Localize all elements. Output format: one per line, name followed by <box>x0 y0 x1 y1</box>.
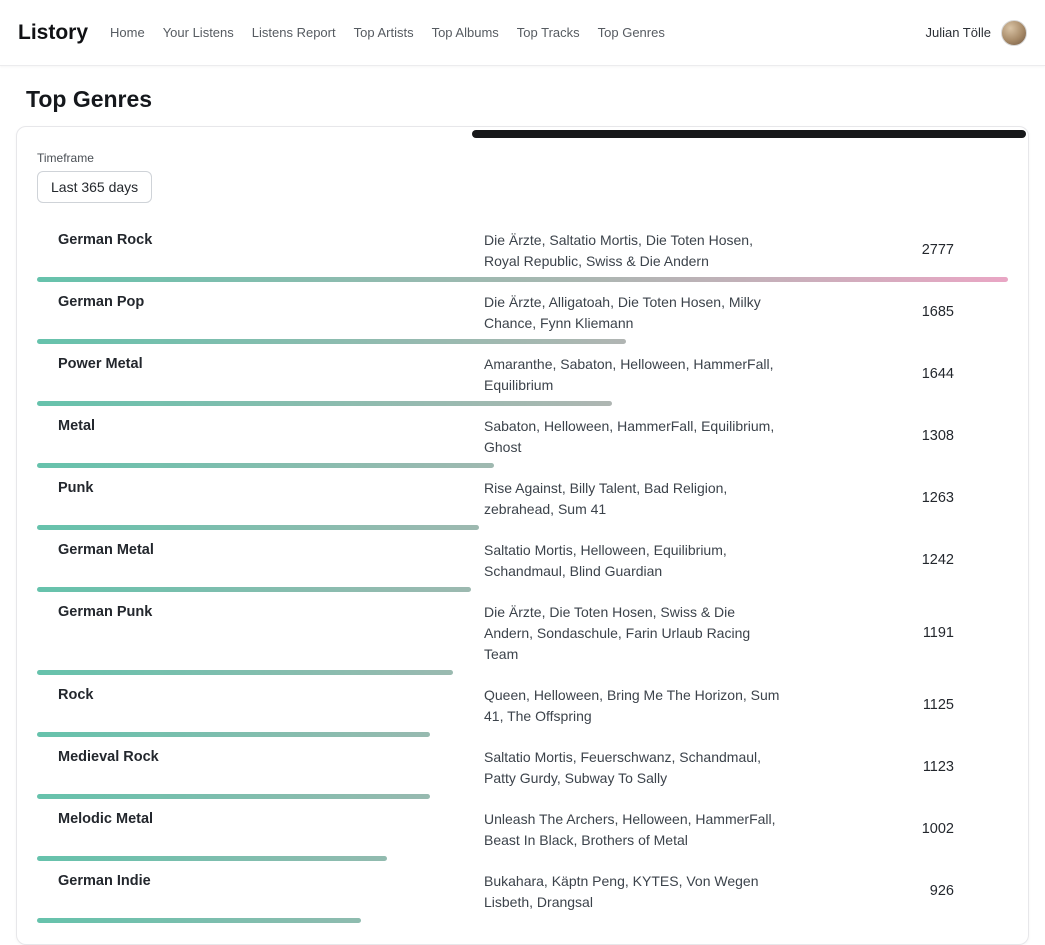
genre-name: German Rock <box>37 228 484 272</box>
horizontal-scrollbar[interactable] <box>19 130 1026 138</box>
nav-link-top-albums[interactable]: Top Albums <box>432 25 499 40</box>
genre-count: 1263 <box>784 490 1008 506</box>
genre-name: Melodic Metal <box>37 807 484 851</box>
top-genres-card: Timeframe Last 365 days German RockDie Ä… <box>16 126 1029 945</box>
timeframe-label: Timeframe <box>37 151 1008 165</box>
genre-count: 1644 <box>784 366 1008 382</box>
genre-count: 2777 <box>784 242 1008 258</box>
user-name: Julian Tölle <box>925 25 991 40</box>
genre-progress-bar <box>37 587 1008 592</box>
genre-progress-bar <box>37 918 1008 923</box>
genre-name: Medieval Rock <box>37 745 484 789</box>
nav-links: Home Your Listens Listens Report Top Artist… <box>110 25 925 40</box>
genre-artists: Bukahara, Käptn Peng, KYTES, Von Wegen L… <box>484 869 784 913</box>
table-row: German PunkDie Ärzte, Die Toten Hosen, S… <box>37 593 1008 676</box>
table-row: RockQueen, Helloween, Bring Me The Horiz… <box>37 676 1008 738</box>
genre-progress-bar <box>37 525 1008 530</box>
navbar: Listory Home Your Listens Listens Report To… <box>0 0 1045 66</box>
table-row: MetalSabaton, Helloween, HammerFall, Equ… <box>37 407 1008 469</box>
nav-link-top-artists[interactable]: Top Artists <box>354 25 414 40</box>
genre-progress-bar <box>37 463 1008 468</box>
table-row: Power MetalAmaranthe, Sabaton, Helloween… <box>37 345 1008 407</box>
genre-name: Punk <box>37 476 484 520</box>
genre-count: 1685 <box>784 304 1008 320</box>
page-title: Top Genres <box>0 86 1045 113</box>
table-row: German RockDie Ärzte, Saltatio Mortis, D… <box>37 221 1008 283</box>
genre-name: Rock <box>37 683 484 727</box>
genre-artists: Die Ärzte, Die Toten Hosen, Swiss & Die … <box>484 600 784 665</box>
table-row: German IndieBukahara, Käptn Peng, KYTES,… <box>37 862 1008 924</box>
genre-progress-bar <box>37 732 1008 737</box>
timeframe-select[interactable]: Last 365 days <box>37 171 152 203</box>
genre-count: 1191 <box>784 625 1008 641</box>
nav-link-your-listens[interactable]: Your Listens <box>163 25 234 40</box>
genre-count: 1308 <box>784 428 1008 444</box>
table-row: Melodic MetalUnleash The Archers, Hellow… <box>37 800 1008 862</box>
nav-link-home[interactable]: Home <box>110 25 145 40</box>
genre-artists: Saltatio Mortis, Feuerschwanz, Schandmau… <box>484 745 784 789</box>
horizontal-scrollbar-thumb[interactable] <box>472 130 1026 138</box>
genre-progress-bar <box>37 856 1008 861</box>
genre-name: Metal <box>37 414 484 458</box>
genre-artists: Unleash The Archers, Helloween, HammerFa… <box>484 807 784 851</box>
genre-progress-bar <box>37 794 1008 799</box>
genre-progress-bar <box>37 401 1008 406</box>
nav-link-top-tracks[interactable]: Top Tracks <box>517 25 580 40</box>
genre-count: 1125 <box>784 697 1008 713</box>
genre-artists: Queen, Helloween, Bring Me The Horizon, … <box>484 683 784 727</box>
genre-artists: Sabaton, Helloween, HammerFall, Equilibr… <box>484 414 784 458</box>
genre-count: 1242 <box>784 552 1008 568</box>
table-row: German MetalSaltatio Mortis, Helloween, … <box>37 531 1008 593</box>
genre-name: German Indie <box>37 869 484 913</box>
app-logo[interactable]: Listory <box>18 21 88 45</box>
genre-progress-bar <box>37 277 1008 282</box>
user-avatar[interactable] <box>1001 20 1027 46</box>
genre-artists: Amaranthe, Sabaton, Helloween, HammerFal… <box>484 352 784 396</box>
table-row: German PopDie Ärzte, Alligatoah, Die Tot… <box>37 283 1008 345</box>
table-row: PunkRise Against, Billy Talent, Bad Reli… <box>37 469 1008 531</box>
nav-link-listens-report[interactable]: Listens Report <box>252 25 336 40</box>
genre-name: Power Metal <box>37 352 484 396</box>
table-row: Medieval RockSaltatio Mortis, Feuerschwa… <box>37 738 1008 800</box>
genre-progress-bar <box>37 670 1008 675</box>
genre-count: 1123 <box>784 759 1008 775</box>
genre-artists: Die Ärzte, Alligatoah, Die Toten Hosen, … <box>484 290 784 334</box>
genre-count: 1002 <box>784 821 1008 837</box>
genre-name: German Punk <box>37 600 484 665</box>
genre-table: German RockDie Ärzte, Saltatio Mortis, D… <box>37 221 1008 924</box>
genre-name: German Pop <box>37 290 484 334</box>
nav-link-top-genres[interactable]: Top Genres <box>598 25 665 40</box>
genre-artists: Saltatio Mortis, Helloween, Equilibrium,… <box>484 538 784 582</box>
genre-count: 926 <box>784 883 1008 899</box>
genre-name: German Metal <box>37 538 484 582</box>
genre-progress-bar <box>37 339 1008 344</box>
user-menu[interactable]: Julian Tölle <box>925 20 1027 46</box>
genre-artists: Rise Against, Billy Talent, Bad Religion… <box>484 476 784 520</box>
genre-artists: Die Ärzte, Saltatio Mortis, Die Toten Ho… <box>484 228 784 272</box>
